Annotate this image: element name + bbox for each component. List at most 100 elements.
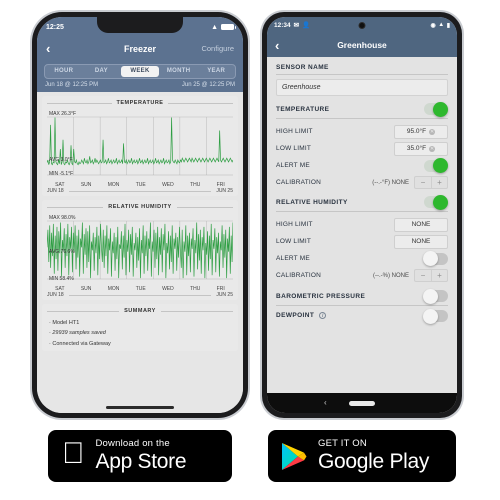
home-pill[interactable] [349,400,375,406]
back-icon[interactable]: ‹ [46,42,50,55]
humidity-high-limit-value[interactable]: NONE [394,217,448,232]
iphone-screen: 12:25 ▲ ‹ Freezer Configure HOUR DAY WEE… [37,17,243,413]
battery-icon: ▮ [446,22,450,29]
section-header-temperature: TEMPERATURE [276,101,448,119]
ios-home-indicator-area [37,401,243,413]
segment-week[interactable]: WEEK [121,66,159,77]
summary-card-title: SUMMARY [47,308,233,314]
summary-line: · Connected via Gateway [49,340,111,347]
humidity-avg-label: AVG 76.6% [49,249,75,255]
temperature-card: TEMPERATURE MAX 26.3°F AVG 3.0°F MIN -5.… [42,96,238,196]
calibration-minus-button[interactable]: − [414,269,431,282]
summary-card: SUMMARY · Model HT1 · 29939 samples save… [42,304,238,352]
row-temperature-calibration: CALIBRATION (--.-°F) NONE − + [276,174,448,191]
row-label: HIGH LIMIT [276,128,313,135]
sensor-name-input[interactable]: Greenhouse [276,79,448,96]
barometric-pressure-toggle[interactable] [423,288,448,304]
summary-lines: · Model HT1 · 29939 samples saved · Conn… [47,317,233,349]
time-range-selector: HOUR DAY WEEK MONTH YEAR [37,61,243,79]
temperature-low-limit-value[interactable]: 35.0°F ✕ [394,141,448,156]
row-label: CALIBRATION [276,272,322,279]
range-start: Jun 18 @ 12:25 PM [45,82,99,88]
value-text: NONE [411,221,431,228]
value-text: NONE [411,238,431,245]
axis-end-date: JUN 25 [216,292,233,298]
wifi-icon: ▲ [211,23,218,31]
home-indicator[interactable] [106,405,174,409]
row-humidity-high-limit: HIGH LIMIT NONE [276,216,448,233]
humidity-title-text: RELATIVE HUMIDITY [103,204,177,210]
dewpoint-toggle[interactable] [423,308,448,324]
axis-end-date: JUN 25 [216,188,233,194]
humidity-card-title: RELATIVE HUMIDITY [47,204,233,210]
app-store-badge-text: Download on the App Store [96,438,187,473]
configure-button[interactable]: Configure [201,44,234,53]
axis-start-date: JUN 18 [47,292,64,298]
google-play-badge-large: Google Play [318,450,430,474]
segment-day[interactable]: DAY [83,65,121,78]
humidity-calibration-control: (--.-%) NONE − + [373,269,448,282]
range-end: Jun 25 @ 12:25 PM [181,82,235,88]
row-label: ALERT ME [276,162,310,169]
humidity-low-limit-value[interactable]: NONE [394,234,448,249]
ios-status-bar: 12:25 ▲ [37,17,243,37]
section-header-humidity: RELATIVE HUMIDITY [276,194,448,212]
calibration-plus-button[interactable]: + [431,176,448,189]
calibration-minus-button[interactable]: − [414,176,431,189]
ios-status-time: 12:25 [46,23,64,31]
back-icon[interactable]: ‹ [324,399,327,407]
humidity-x-axis: SAT SUN MON TUE WED THU FRI [47,285,233,292]
back-icon[interactable]: ‹ [275,39,279,52]
temperature-max-label: MAX 26.3°F [49,111,77,117]
row-humidity-alert-me: ALERT ME [276,250,448,267]
temperature-high-limit-value[interactable]: 95.0°F ✕ [394,124,448,139]
row-label: ALERT ME [276,255,310,262]
camera-punch-hole [358,21,366,29]
clear-icon[interactable]: ✕ [429,145,436,152]
section-header-dewpoint: DEWPOINT i [276,308,448,325]
section-title-dewpoint-wrap: DEWPOINT i [276,312,327,320]
humidity-max-label: MAX 98.0% [49,215,76,221]
humidity-enable-toggle[interactable] [424,194,448,210]
humidity-alert-toggle[interactable] [423,251,448,266]
battery-icon [221,24,236,30]
iphone-device: 12:25 ▲ ‹ Freezer Configure HOUR DAY WEE… [32,12,248,418]
humidity-chart: MAX 98.0% AVG 76.6% MIN 58.4% [47,213,233,285]
row-label: LOW LIMIT [276,238,312,245]
android-device: 12:34 ✉ 👤 ◉ ▲ ▮ ‹ Greenhouse SENSOR NAME [262,12,462,418]
ios-content: TEMPERATURE MAX 26.3°F AVG 3.0°F MIN -5.… [37,92,243,401]
clear-icon[interactable]: ✕ [429,128,436,135]
info-icon[interactable]: i [319,312,327,320]
temperature-title-text: TEMPERATURE [111,100,169,106]
temperature-card-title: TEMPERATURE [47,100,233,106]
iphone-notch [97,17,183,33]
segment-hour[interactable]: HOUR [45,65,83,78]
android-status-time: 12:34 [274,21,291,29]
calibration-plus-button[interactable]: + [431,269,448,282]
row-temperature-alert-me: ALERT ME [276,157,448,174]
temperature-enable-toggle[interactable] [424,101,448,117]
row-humidity-calibration: CALIBRATION (--.-%) NONE − + [276,267,448,284]
message-icon: ✉ [293,22,300,29]
promo-screenshot: 12:25 ▲ ‹ Freezer Configure HOUR DAY WEE… [0,0,500,500]
section-header-barometric-pressure: BAROMETRIC PRESSURE [276,288,448,306]
eye-icon: ◉ [430,22,436,29]
temperature-alert-toggle[interactable] [424,158,448,173]
app-store-badge[interactable]:  Download on the App Store [48,430,232,482]
segment-year[interactable]: YEAR [197,65,235,78]
apple-logo-icon:  [62,439,85,469]
row-temperature-low-limit: LOW LIMIT 35.0°F ✕ [276,140,448,157]
sensor-name-header: SENSOR NAME [276,64,448,75]
value-text: 95.0°F [406,128,427,135]
google-play-badge[interactable]: GET IT ON Google Play [268,430,456,482]
date-range-row: Jun 18 @ 12:25 PM Jun 25 @ 12:25 PM [37,79,243,92]
segment-month[interactable]: MONTH [160,65,198,78]
android-nav-bar: ‹ Greenhouse [267,33,457,57]
section-title-humidity: RELATIVE HUMIDITY [276,198,348,206]
row-label: LOW LIMIT [276,145,312,152]
section-title-dewpoint: DEWPOINT [276,312,315,320]
segmented-control: HOUR DAY WEEK MONTH YEAR [44,64,236,79]
summary-line: · 29939 samples saved [49,328,231,338]
calibration-value: (--.-%) NONE [373,272,409,279]
google-play-badge-text: GET IT ON Google Play [318,438,429,473]
